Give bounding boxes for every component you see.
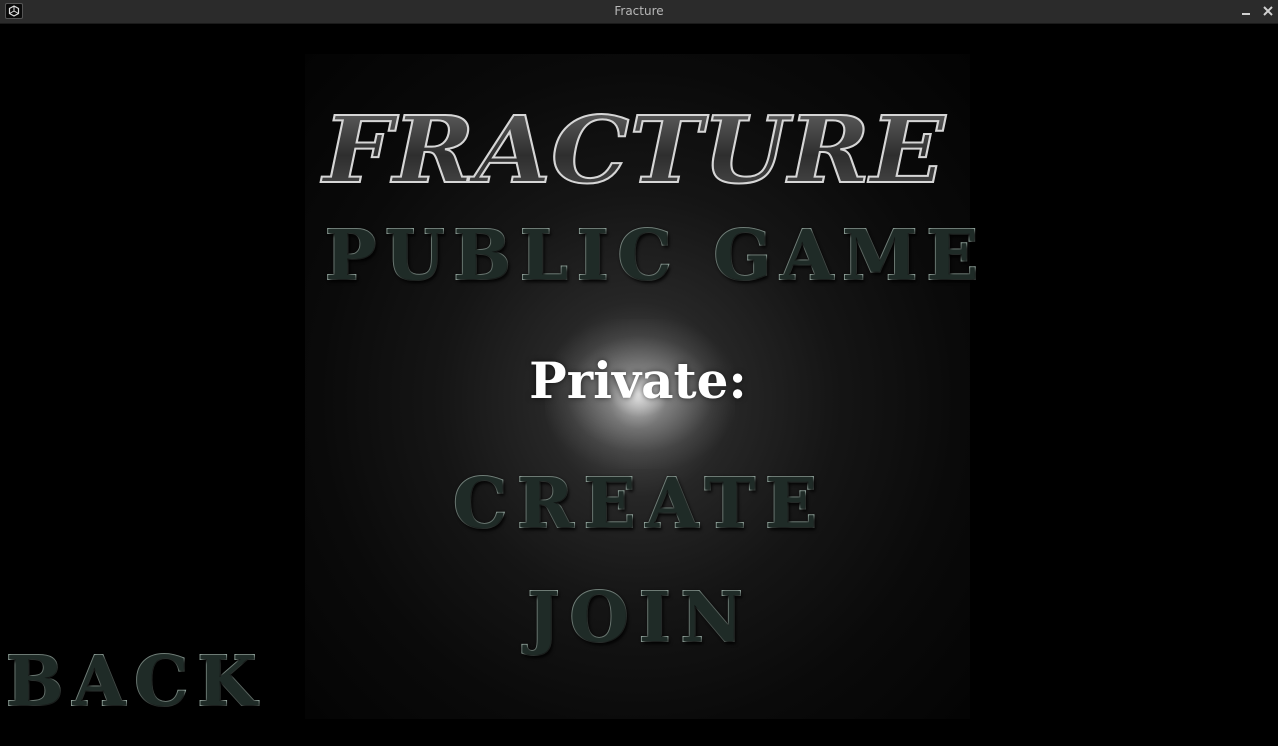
close-icon (1263, 6, 1273, 16)
fracture-logo: FRACTURE (319, 102, 948, 190)
game-window: Fracture FRACTURE PUBLIC GAME Private: C… (0, 0, 1278, 746)
minimize-icon (1242, 13, 1250, 15)
minimize-button[interactable] (1237, 2, 1255, 20)
close-button[interactable] (1259, 2, 1277, 20)
join-button[interactable]: JOIN (490, 576, 790, 660)
title-bar[interactable]: Fracture (0, 0, 1278, 24)
back-button[interactable]: BACK (5, 640, 257, 724)
game-viewport: FRACTURE PUBLIC GAME Private: CREATE JOI… (0, 24, 1278, 746)
logo-text: FRACTURE (320, 102, 947, 190)
create-button[interactable]: CREATE (440, 462, 840, 546)
public-game-button[interactable]: PUBLIC GAME (324, 214, 979, 298)
window-title: Fracture (614, 4, 664, 18)
private-label: Private: (529, 351, 747, 410)
